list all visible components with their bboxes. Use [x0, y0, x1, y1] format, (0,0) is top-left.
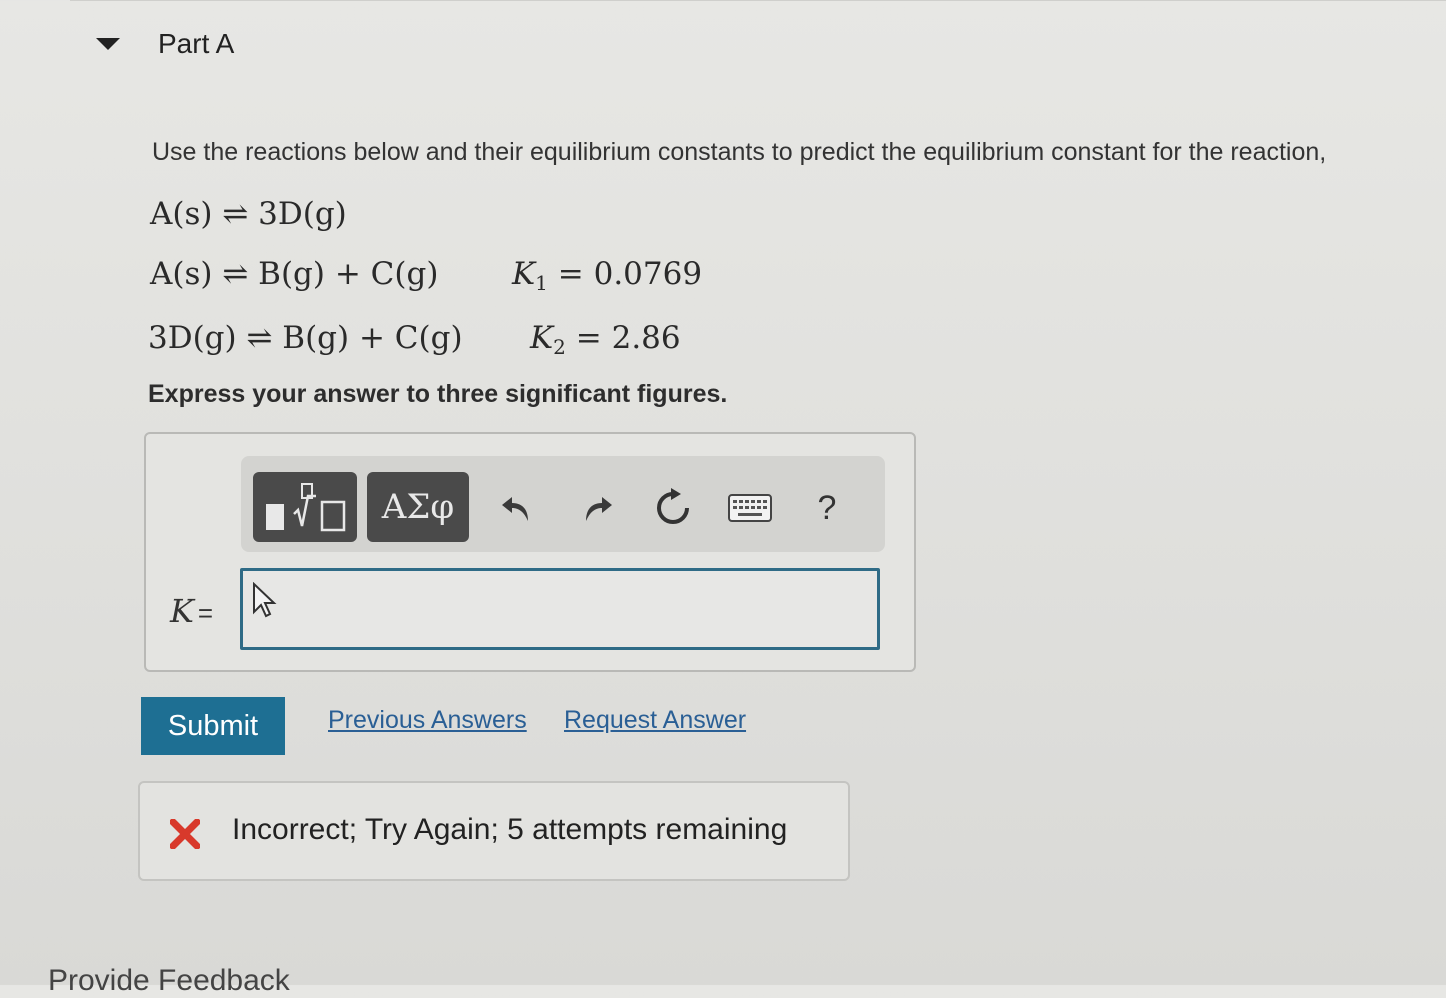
previous-answers-link[interactable]: Previous Answers	[328, 706, 527, 735]
request-answer-link[interactable]: Request Answer	[564, 706, 746, 735]
answer-input[interactable]	[240, 568, 880, 650]
reaction-2-equation: 3D(g) ⇌ B(g) + C(g)	[148, 320, 463, 356]
answer-instructions: Express your answer to three significant…	[148, 380, 728, 408]
reaction-2-constant: K2 = 2.86	[530, 320, 681, 359]
feedback-message: Incorrect; Try Again; 5 attempts remaini…	[232, 813, 788, 846]
mouse-pointer-icon	[253, 582, 277, 618]
target-reaction: A(s) ⇌ 3D(g)	[150, 196, 347, 232]
math-toolbar: ΑΣφ ?	[241, 456, 885, 552]
reaction-1-constant: K1 = 0.0769	[512, 256, 702, 295]
answer-label: K =	[170, 592, 213, 630]
k-symbol: K	[512, 256, 536, 292]
answer-variable: K	[170, 592, 194, 630]
templates-icon	[266, 483, 346, 532]
part-header[interactable]: Part A	[96, 28, 234, 60]
greek-symbols-button[interactable]: ΑΣφ	[367, 472, 469, 542]
undo-icon[interactable]	[495, 484, 539, 532]
keyboard-icon[interactable]	[725, 484, 775, 532]
k-value: = 0.0769	[557, 256, 703, 292]
answer-panel: ΑΣφ ? K =	[144, 432, 916, 672]
part-title: Part A	[158, 28, 235, 59]
provide-feedback-link[interactable]: Provide Feedback	[48, 964, 290, 998]
collapse-caret-icon[interactable]	[96, 38, 120, 50]
question-instructions: Use the reactions below and their equili…	[152, 138, 1327, 166]
k-symbol: K	[530, 320, 554, 356]
k-subscript: 2	[553, 335, 566, 359]
help-icon[interactable]: ?	[809, 484, 845, 532]
incorrect-x-icon	[170, 819, 200, 849]
top-divider	[70, 0, 1446, 1]
feedback-panel: Incorrect; Try Again; 5 attempts remaini…	[138, 781, 850, 881]
reset-icon[interactable]	[649, 484, 697, 532]
k-value: = 2.86	[575, 320, 681, 356]
answer-equals: =	[197, 598, 214, 628]
reaction-1-equation: A(s) ⇌ B(g) + C(g)	[150, 256, 439, 292]
submit-button[interactable]: Submit	[141, 697, 285, 755]
redo-icon[interactable]	[575, 484, 619, 532]
templates-button[interactable]	[253, 472, 357, 542]
k-subscript: 1	[535, 271, 548, 295]
reaction-1: A(s) ⇌ B(g) + C(g) K1 = 0.0769	[150, 256, 702, 295]
reaction-2: 3D(g) ⇌ B(g) + C(g) K2 = 2.86	[148, 320, 681, 359]
